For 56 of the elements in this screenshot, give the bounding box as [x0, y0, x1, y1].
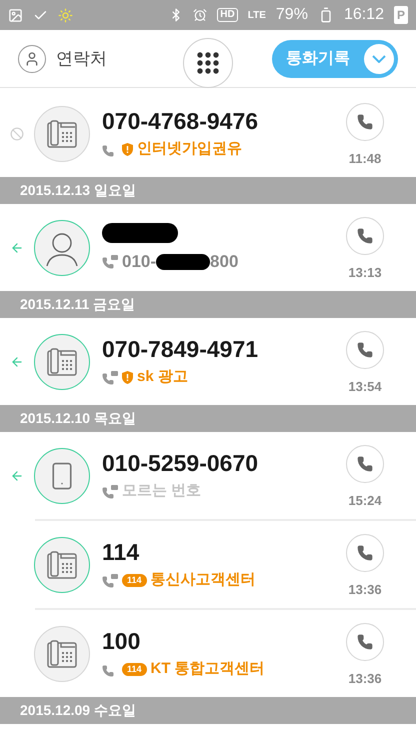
chevron-down-icon — [372, 54, 386, 62]
phone-icon — [357, 114, 373, 130]
alarm-icon — [193, 8, 208, 22]
call-button[interactable] — [346, 534, 384, 572]
landline-phone-icon — [47, 550, 77, 578]
image-icon — [8, 8, 23, 22]
phone-icon — [357, 634, 373, 650]
parking-indicator: P — [394, 6, 408, 24]
phone-icon — [357, 228, 373, 244]
contacts-tab[interactable]: 연락처 — [18, 44, 107, 72]
network-indicator: LTE — [248, 8, 266, 22]
phone-number-end: 800 — [210, 250, 238, 273]
phone-number: 010- — [122, 250, 156, 273]
keypad-icon — [197, 52, 219, 74]
phone-icon — [357, 342, 373, 358]
phone-number: 114 — [102, 538, 140, 568]
caller-label: 통신사고객센터 — [150, 570, 256, 590]
hd-indicator: HD — [217, 8, 238, 22]
call-button[interactable] — [346, 330, 384, 369]
service-badge: 114 — [122, 663, 147, 676]
phone-icon — [357, 544, 373, 561]
clock: 16:12 — [344, 5, 384, 25]
shield-icon — [122, 371, 133, 384]
service-badge: 114 — [122, 574, 147, 587]
redaction-mark — [156, 254, 210, 270]
call-time: 11:48 — [348, 150, 382, 168]
shield-icon — [122, 143, 133, 156]
call-button[interactable] — [346, 444, 384, 483]
call-button[interactable] — [346, 216, 384, 255]
date-header: 2015.12.11 금요일 — [0, 291, 416, 318]
phone-number: 100 — [102, 627, 142, 656]
call-time: 15:24 — [348, 492, 382, 510]
landline-phone-icon — [47, 348, 77, 376]
person-icon — [24, 50, 40, 66]
phone-number: 070-4768-9476 — [102, 107, 260, 136]
landline-phone-icon — [47, 120, 77, 148]
caller-label: 모르는 번호 — [122, 481, 202, 502]
call-button[interactable] — [346, 622, 384, 661]
sun-icon — [58, 8, 73, 22]
date-header: 2015.12.09 수요일 — [0, 697, 416, 724]
call-time: 13:54 — [348, 378, 382, 396]
caller-label: sk 광고 — [137, 367, 188, 388]
phone-number: 010-5259-0670 — [102, 449, 260, 478]
call-button[interactable] — [346, 102, 384, 141]
caller-label: 인터넷가입권유 — [137, 139, 242, 160]
call-time: 13:36 — [348, 580, 382, 599]
date-header: 2015.12.10 목요일 — [0, 405, 416, 432]
caller-label: KT 통합고객센터 — [150, 659, 265, 680]
call-time: 13:13 — [348, 264, 382, 282]
landline-phone-icon — [47, 640, 77, 668]
call-time: 13:36 — [348, 670, 382, 688]
battery-level: 79% — [276, 5, 308, 25]
phone-icon — [357, 456, 373, 472]
keypad-button[interactable] — [183, 38, 233, 88]
phone-number: 070-7849-4971 — [102, 335, 260, 364]
date-header: 2015.12.13 일요일 — [0, 177, 416, 204]
